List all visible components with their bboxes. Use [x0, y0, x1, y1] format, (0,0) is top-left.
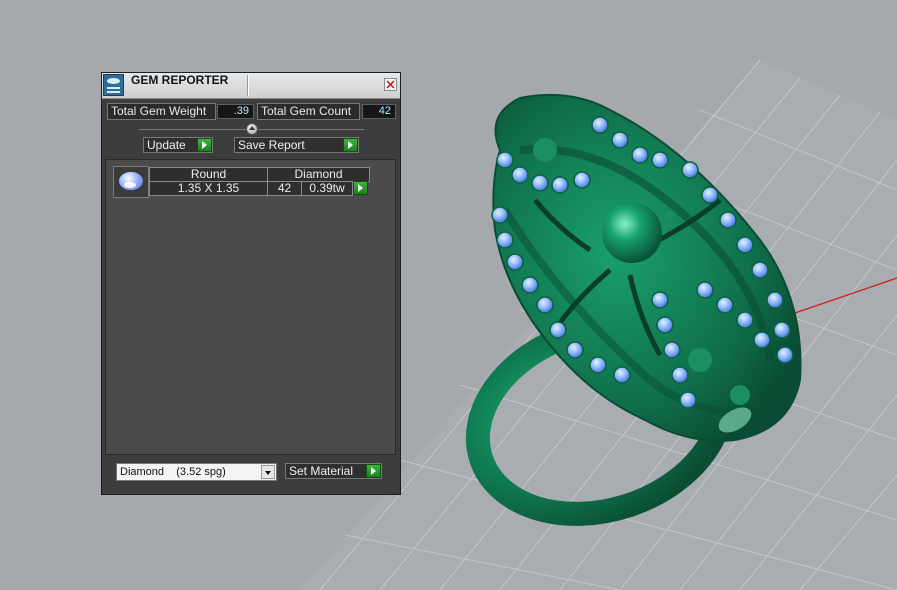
set-material-button[interactable]: Set Material — [285, 463, 382, 479]
gem-reporter-icon — [103, 74, 124, 96]
gem-count: 42 — [267, 181, 302, 196]
save-report-label: Save Report — [238, 138, 305, 152]
total-gem-weight-value: .39 — [217, 104, 254, 119]
center-dome — [602, 203, 662, 263]
gem-size: 1.35 X 1.35 — [149, 181, 268, 196]
titlebar-separator — [247, 75, 249, 96]
material-select-value: Diamond (3.52 spg) — [120, 466, 226, 478]
gem-shape: Round — [149, 167, 268, 182]
arrow-right-icon[interactable] — [353, 181, 368, 195]
gem-material: Diamond — [267, 167, 370, 182]
chevron-down-icon[interactable] — [261, 465, 275, 479]
update-button[interactable]: Update — [143, 137, 213, 153]
gem-list: Round Diamond 1.35 X 1.35 42 0.39tw — [105, 159, 396, 455]
close-icon[interactable] — [384, 78, 397, 91]
arrow-right-icon[interactable] — [366, 464, 381, 478]
panel-titlebar[interactable]: GEM REPORTER — [102, 73, 400, 99]
total-gem-count-label: Total Gem Count — [257, 103, 360, 120]
slider-knob-icon[interactable] — [246, 123, 258, 135]
total-gem-weight-label: Total Gem Weight — [107, 103, 216, 120]
panel-title: GEM REPORTER — [131, 73, 229, 87]
save-report-button[interactable]: Save Report — [234, 137, 359, 153]
set-material-label: Set Material — [289, 464, 354, 478]
arrow-right-icon[interactable] — [343, 138, 358, 152]
gem-weight: 0.39tw — [301, 181, 353, 196]
arrow-right-icon[interactable] — [197, 138, 212, 152]
total-gem-count-value: 42 — [362, 104, 396, 119]
material-select[interactable]: Diamond (3.52 spg) — [116, 463, 277, 481]
update-label: Update — [147, 138, 186, 152]
round-diamond-icon[interactable] — [113, 166, 149, 198]
gem-reporter-panel: GEM REPORTER Total Gem Weight .39 Total … — [101, 72, 401, 495]
